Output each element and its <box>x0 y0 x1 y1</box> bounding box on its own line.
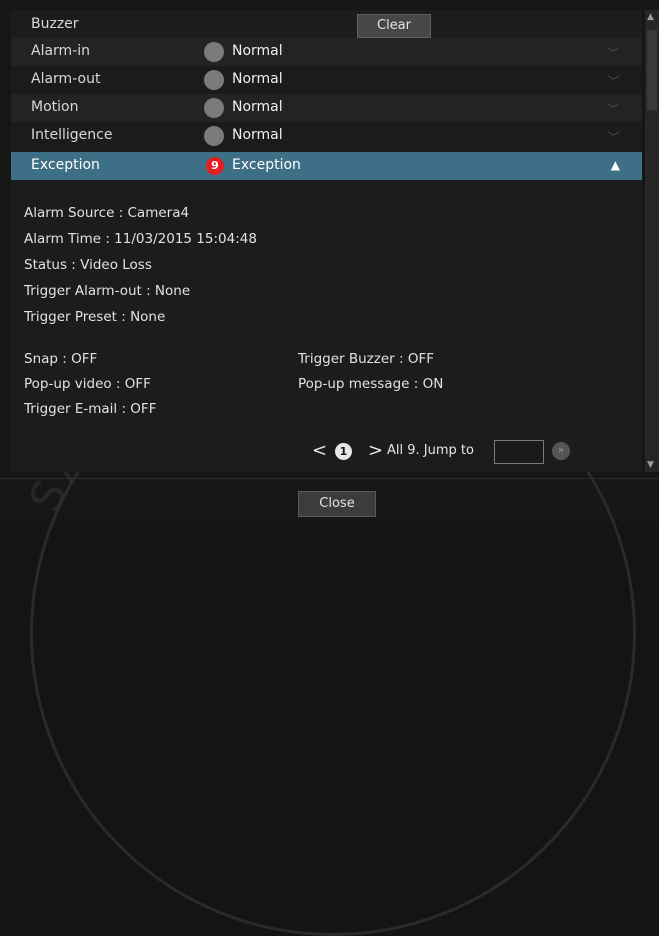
status-dot-icon <box>204 98 224 118</box>
chevron-down-icon[interactable]: ﹀ <box>607 43 620 62</box>
row-title: Motion <box>31 99 79 115</box>
alarm-in-row[interactable]: Alarm-in Normal ﹀ <box>11 38 642 66</box>
motion-row[interactable]: Motion Normal ﹀ <box>11 94 642 122</box>
trigger-email-text: Trigger E-mail : OFF <box>24 401 157 417</box>
chevron-up-icon[interactable]: ▲ <box>611 158 620 172</box>
divider <box>0 478 659 479</box>
row-title: Alarm-in <box>31 43 91 59</box>
alarm-count-badge: 9 <box>206 157 224 175</box>
page-number-button[interactable]: 1 <box>335 443 352 460</box>
row-status: Exception <box>232 157 301 173</box>
close-button[interactable]: Close <box>298 491 376 517</box>
buzzer-row: Buzzer Clear <box>11 10 642 40</box>
scrollbar-thumb[interactable] <box>647 30 657 110</box>
status-dot-icon <box>204 126 224 146</box>
chevron-down-icon[interactable]: ﹀ <box>607 71 620 90</box>
row-status: Normal <box>232 127 283 143</box>
status-text: Status : Video Loss <box>24 257 152 273</box>
exception-row[interactable]: Exception 9 Exception ▲ <box>11 152 642 180</box>
popup-video-text: Pop-up video : OFF <box>24 376 151 392</box>
trigger-alarm-out-text: Trigger Alarm-out : None <box>24 283 191 299</box>
row-title: Intelligence <box>31 127 113 143</box>
alarm-time-text: Alarm Time : 11/03/2015 15:04:48 <box>24 231 257 247</box>
jump-to-input[interactable] <box>494 440 544 464</box>
popup-message-text: Pop-up message : ON <box>298 376 444 392</box>
intelligence-row[interactable]: Intelligence Normal ﹀ <box>11 122 642 150</box>
row-status: Normal <box>232 99 283 115</box>
prev-page-button[interactable]: < <box>312 440 327 461</box>
row-status: Normal <box>232 43 283 59</box>
alarm-source-text: Alarm Source : Camera4 <box>24 205 190 221</box>
scroll-up-icon[interactable]: ▲ <box>647 12 654 22</box>
chevron-down-icon[interactable]: ﹀ <box>607 99 620 118</box>
page-info-text: All 9. Jump to <box>387 443 474 458</box>
alarm-out-row[interactable]: Alarm-out Normal ﹀ <box>11 66 642 94</box>
row-status: Normal <box>232 71 283 87</box>
next-page-button[interactable]: > <box>368 440 383 461</box>
alarm-status-window: SAMDISTRIBUTION Buzzer Clear Alarm-in No… <box>0 0 659 936</box>
trigger-preset-text: Trigger Preset : None <box>24 309 166 325</box>
go-icon[interactable]: » <box>552 442 570 460</box>
row-title: Exception <box>31 157 100 173</box>
buzzer-label: Buzzer <box>31 16 79 32</box>
trigger-buzzer-text: Trigger Buzzer : OFF <box>298 351 434 367</box>
row-title: Alarm-out <box>31 71 101 87</box>
scrollbar[interactable]: ▲ ▼ <box>645 10 659 472</box>
scroll-down-icon[interactable]: ▼ <box>647 460 654 470</box>
status-dot-icon <box>204 70 224 90</box>
status-dot-icon <box>204 42 224 62</box>
snap-text: Snap : OFF <box>24 351 98 367</box>
chevron-down-icon[interactable]: ﹀ <box>607 127 620 146</box>
clear-button[interactable]: Clear <box>357 14 431 38</box>
